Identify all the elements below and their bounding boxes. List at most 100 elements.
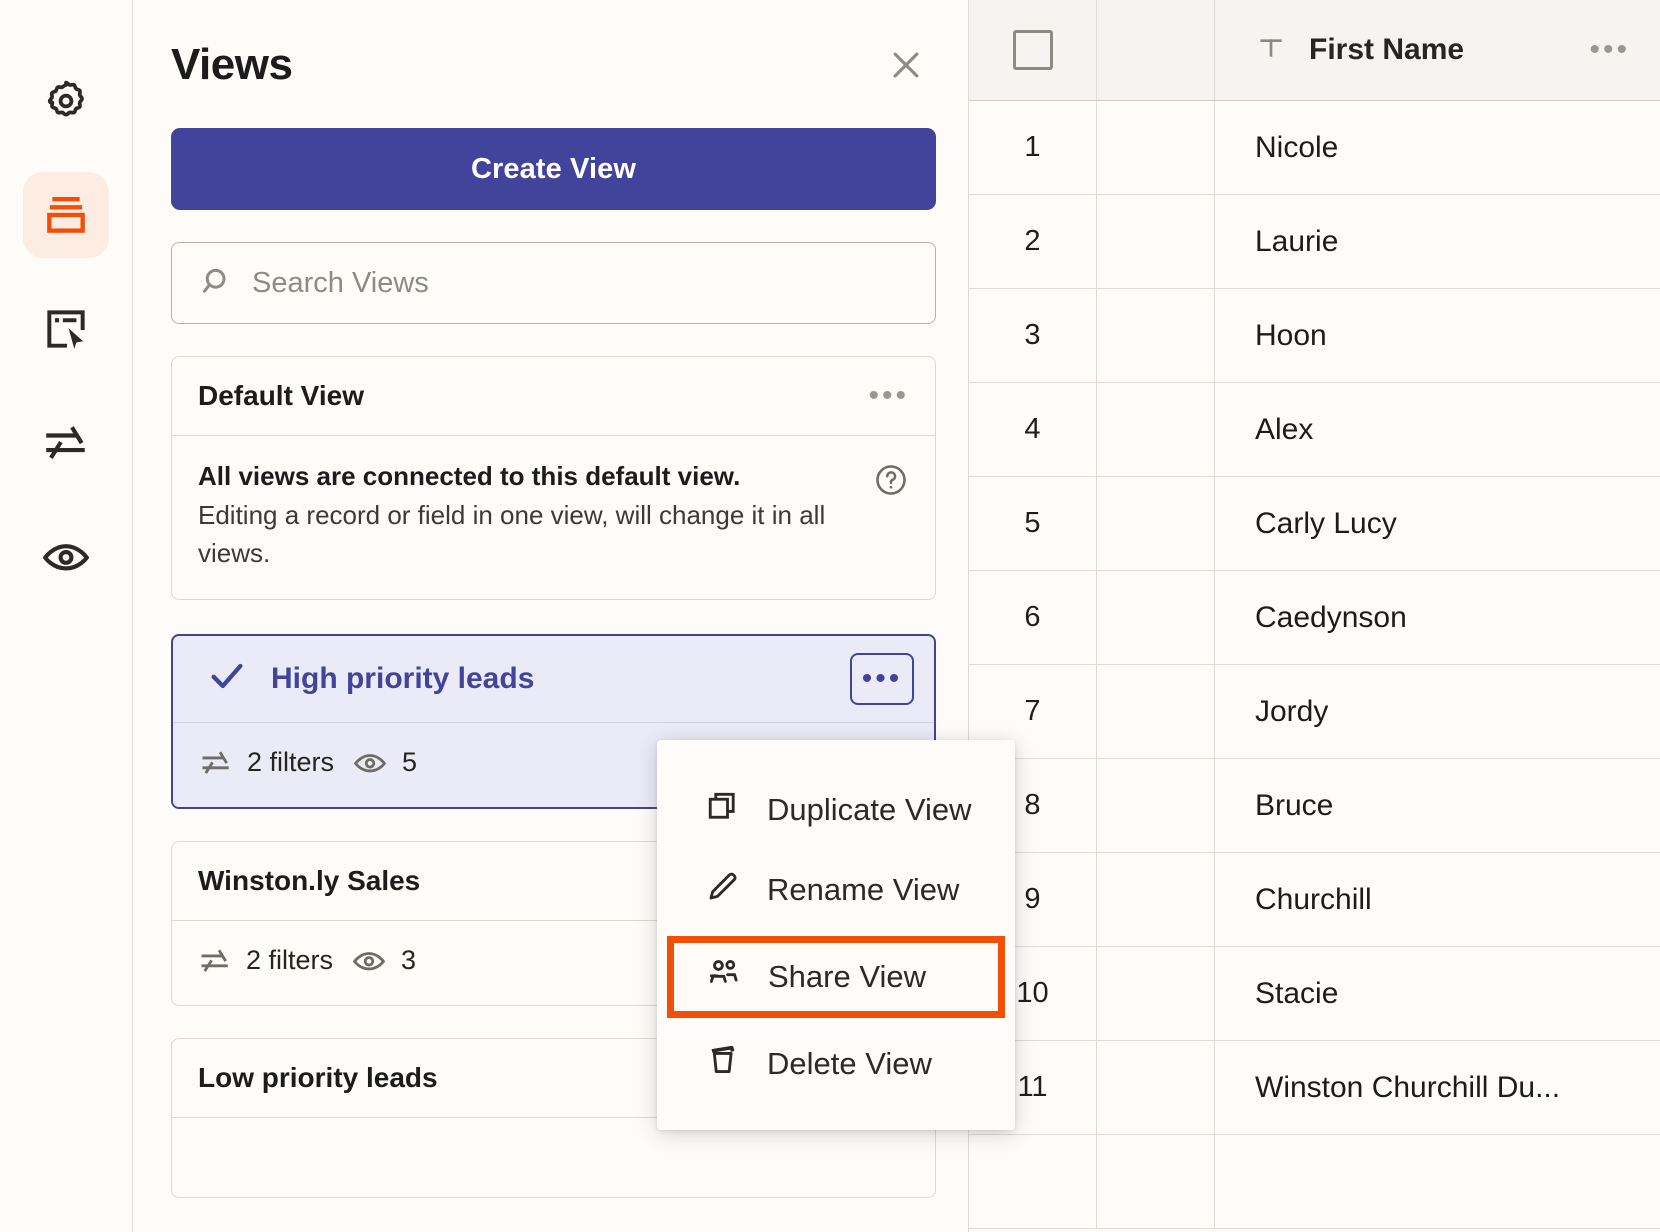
sidebar-item-views[interactable] <box>23 172 109 258</box>
select-all-checkbox[interactable] <box>1012 30 1053 70</box>
cell-first-name[interactable]: Carly Lucy <box>1215 477 1660 570</box>
fields-meta: 3 <box>351 943 416 979</box>
filters-meta: 2 filters <box>199 746 334 780</box>
table-row[interactable]: 4 Alex <box>969 383 1660 477</box>
cell-value: Hoon <box>1255 318 1327 352</box>
view-menu-dots: ••• <box>861 661 903 695</box>
cell-first-name[interactable]: Caedynson <box>1215 571 1660 664</box>
cell-value: Alex <box>1255 412 1314 446</box>
filters-count: 2 filters <box>246 945 334 976</box>
table-row[interactable]: 1 Nicole <box>969 101 1660 195</box>
row-spacer-cell <box>1097 195 1215 288</box>
panel-header: Views <box>171 40 936 90</box>
cell-value: Nicole <box>1255 130 1339 164</box>
row-number: 8 <box>1024 789 1041 821</box>
cell-value: Jordy <box>1255 694 1329 728</box>
left-icon-rail <box>0 0 133 1232</box>
views-panel: Views Create View Default View <box>133 0 1015 1232</box>
default-view-notice-text: Editing a record or field in one view, w… <box>198 499 826 569</box>
table-row[interactable]: 7 Jordy <box>969 665 1660 759</box>
row-number: 6 <box>1024 601 1041 633</box>
cell-first-name[interactable]: Churchill <box>1215 853 1660 946</box>
forms-icon <box>41 304 91 354</box>
view-menu-button[interactable]: ••• <box>850 652 914 705</box>
table-row[interactable]: 5 Carly Lucy <box>969 477 1660 571</box>
cell-value: Winston Churchill Du... <box>1255 1070 1561 1104</box>
search-views-container[interactable] <box>171 242 936 324</box>
row-spacer-cell <box>1097 383 1215 476</box>
menu-item-rename-view[interactable]: Rename View <box>657 850 1015 930</box>
table-row[interactable]: 9 Churchill <box>969 853 1660 947</box>
table-row[interactable] <box>969 1135 1660 1229</box>
row-spacer-cell <box>1097 101 1215 194</box>
view-name: Low priority leads <box>198 1061 438 1093</box>
view-name: Winston.ly Sales <box>198 864 421 896</box>
cell-first-name[interactable]: Hoon <box>1215 289 1660 382</box>
select-all-cell[interactable] <box>969 0 1097 100</box>
menu-item-label: Rename View <box>767 872 960 907</box>
row-spacer-cell <box>1097 1041 1215 1134</box>
table-row[interactable]: 10 Stacie <box>969 947 1660 1041</box>
sidebar-item-visibility[interactable] <box>23 514 109 600</box>
cell-first-name[interactable]: Bruce <box>1215 759 1660 852</box>
people-icon <box>706 955 742 999</box>
duplicate-icon <box>705 788 741 832</box>
filters-icon <box>201 949 228 972</box>
table-row[interactable]: 8 Bruce <box>969 759 1660 853</box>
cell-first-name[interactable]: Jordy <box>1215 665 1660 758</box>
filters-icon <box>202 751 229 774</box>
row-number: 11 <box>1017 1071 1048 1103</box>
table-row[interactable]: 2 Laurie <box>969 195 1660 289</box>
records-table: First Name ••• 1 Nicole 2 Laurie 3 Hoon … <box>968 0 1660 1232</box>
settings-icon <box>41 76 91 126</box>
filters-icon <box>41 418 91 468</box>
sidebar-item-settings[interactable] <box>23 58 109 144</box>
create-view-button[interactable]: Create View <box>171 128 936 210</box>
trash-icon <box>705 1042 741 1086</box>
row-number: 9 <box>1024 883 1041 915</box>
row-number-cell: 5 <box>969 477 1097 570</box>
search-input[interactable] <box>252 266 911 300</box>
row-number-cell: 3 <box>969 289 1097 382</box>
cell-value: Bruce <box>1255 788 1334 822</box>
menu-item-share-view[interactable]: Share View <box>667 936 1005 1018</box>
table-row[interactable]: 11 Winston Churchill Du... <box>969 1041 1660 1135</box>
help-icon[interactable] <box>873 462 909 503</box>
table-row[interactable]: 3 Hoon <box>969 289 1660 383</box>
default-view-notice: All views are connected to this default … <box>172 435 935 599</box>
row-spacer-cell <box>1097 1135 1215 1228</box>
menu-item-delete-view[interactable]: Delete View <box>657 1024 1015 1104</box>
sidebar-item-filters[interactable] <box>23 400 109 486</box>
menu-item-duplicate-view[interactable]: Duplicate View <box>657 770 1015 850</box>
close-icon <box>893 52 919 78</box>
column-menu-button[interactable]: ••• <box>1589 35 1630 65</box>
view-context-menu: Duplicate View Rename View Share View De… <box>657 740 1015 1130</box>
visibility-icon <box>352 951 386 971</box>
cell-value: Carly Lucy <box>1255 506 1397 540</box>
sidebar-item-forms[interactable] <box>23 286 109 372</box>
column-header-first-name[interactable]: First Name ••• <box>1215 0 1660 100</box>
default-view-header: Default View ••• <box>172 357 935 435</box>
row-number: 7 <box>1024 695 1041 727</box>
table-row[interactable]: 6 Caedynson <box>969 571 1660 665</box>
default-view-card: Default View ••• All views are connected… <box>171 356 936 600</box>
view-name: High priority leads <box>271 661 535 695</box>
close-button[interactable] <box>884 43 928 87</box>
row-spacer-cell <box>1097 289 1215 382</box>
visibility-icon <box>40 531 92 583</box>
search-icon <box>196 262 234 305</box>
row-number-cell: 2 <box>969 195 1097 288</box>
menu-item-label: Delete View <box>767 1046 932 1081</box>
default-view-menu-button[interactable]: ••• <box>868 381 909 411</box>
text-type-icon <box>1255 32 1287 69</box>
menu-item-label: Duplicate View <box>767 792 972 827</box>
cell-first-name[interactable] <box>1215 1135 1660 1228</box>
cell-value: Churchill <box>1255 882 1372 916</box>
default-view-notice-bold: All views are connected to this default … <box>198 461 741 491</box>
cell-first-name[interactable]: Alex <box>1215 383 1660 476</box>
cell-first-name[interactable]: Stacie <box>1215 947 1660 1040</box>
table-header-row: First Name ••• <box>969 0 1660 101</box>
cell-first-name[interactable]: Laurie <box>1215 195 1660 288</box>
cell-first-name[interactable]: Winston Churchill Du... <box>1215 1041 1660 1134</box>
cell-first-name[interactable]: Nicole <box>1215 101 1660 194</box>
